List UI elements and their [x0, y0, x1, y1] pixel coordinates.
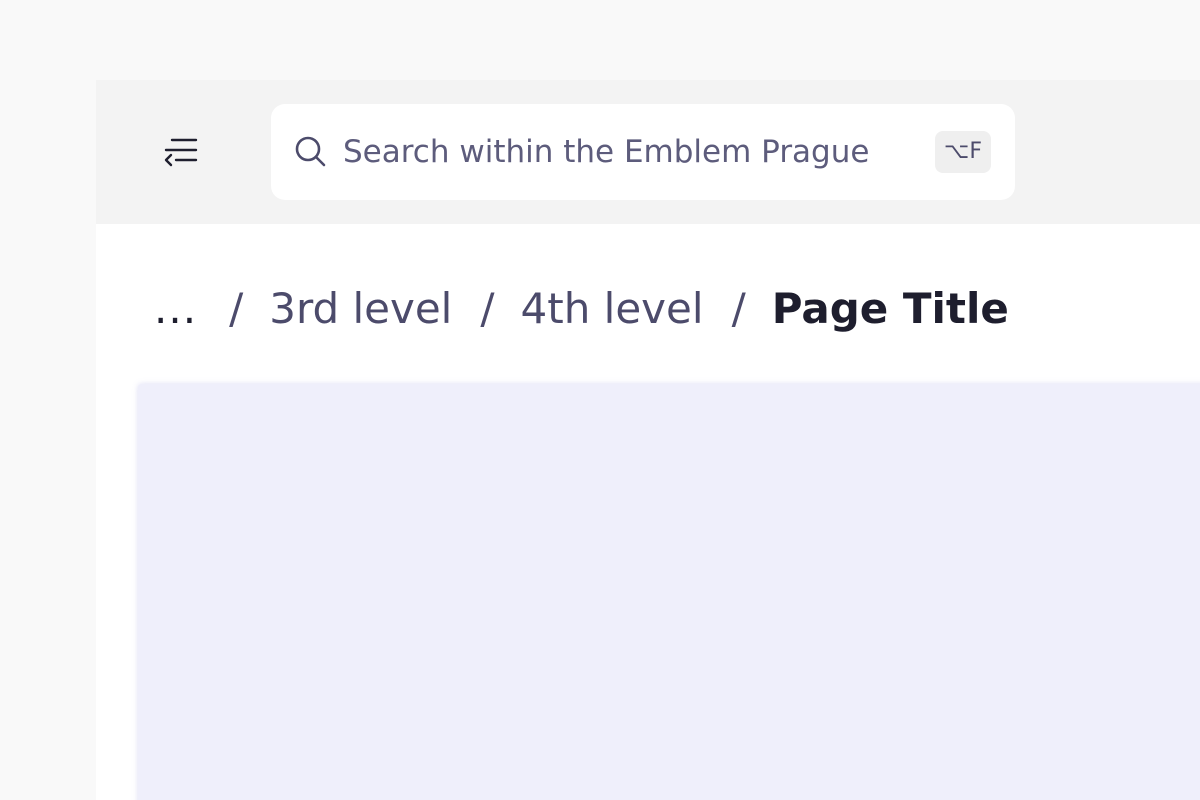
breadcrumb-ellipsis[interactable]: ... [154, 284, 197, 333]
breadcrumb-item-4th-level[interactable]: 4th level [521, 284, 704, 333]
page-title: Page Title [771, 283, 1009, 333]
search-input[interactable] [343, 128, 923, 176]
search-box[interactable]: ⌥F [271, 104, 1015, 200]
breadcrumb-separator: / [229, 283, 244, 333]
top-bar: ⌥F [96, 80, 1200, 224]
breadcrumb: ... / 3rd level / 4th level / Page Title [154, 278, 1009, 338]
breadcrumb-separator: / [480, 283, 495, 333]
search-shortcut-badge: ⌥F [935, 131, 991, 173]
collapse-menu-icon [164, 138, 198, 167]
collapse-menu-button[interactable] [160, 132, 204, 176]
breadcrumb-separator: / [731, 283, 746, 333]
app-frame: ⌥F ... / 3rd level / 4th level / Page Ti… [96, 80, 1200, 800]
content-placeholder-panel [138, 384, 1200, 800]
search-icon [295, 136, 326, 167]
breadcrumb-item-3rd-level[interactable]: 3rd level [269, 284, 452, 333]
